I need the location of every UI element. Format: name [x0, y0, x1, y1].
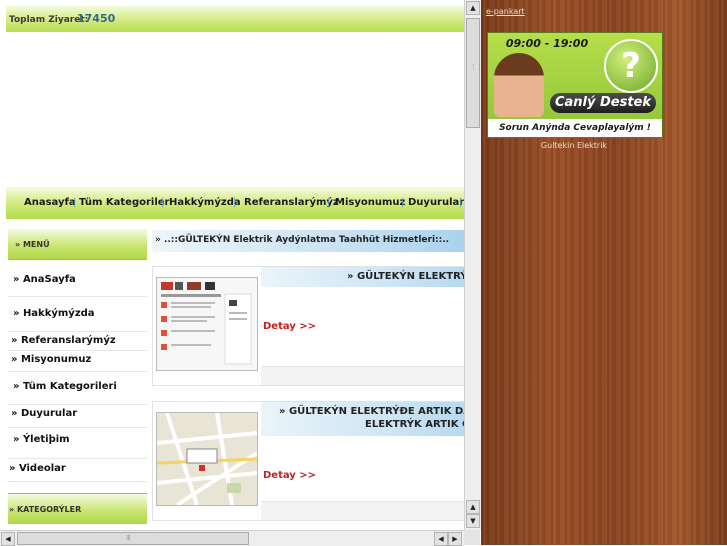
menu-item-about[interactable]: » Hakkýmýzda [8, 297, 147, 332]
question-mark-icon: ? [604, 39, 658, 93]
horizontal-scroll-thumb[interactable]: ⁞⁞⁞ [17, 532, 249, 545]
main-frame: Toplam Ziyaret: 17450 Anasayfa | Tüm Kat… [0, 0, 464, 530]
vertical-scrollbar[interactable]: ▲ ⋮⋮ ▲ ▼ [464, 0, 483, 530]
news-title-bar: » GÜLTEKÝN ELEKTRÝK [261, 267, 464, 287]
menu-header-label: » MENÜ [15, 240, 50, 249]
news-item: » GÜLTEKÝN ELEKTRÝÐE ARTIK DAH ELEKTRÝK … [152, 401, 464, 521]
news-title-line[interactable]: ELEKTRÝK ARTIK G [261, 417, 464, 430]
nav-separator: | [161, 197, 165, 208]
news-thumbnail[interactable] [156, 277, 258, 371]
map-image [157, 413, 257, 505]
sidebar-menu: » MENÜ » AnaSayfa » Hakkýmýzda » Referan… [8, 229, 147, 530]
menu-item-videos[interactable]: » Videolar [8, 459, 147, 482]
main-header: » ..::GÜLTEKÝN Elektrik Aydýnlatma Taahh… [152, 230, 464, 252]
scroll-down-button[interactable]: ▼ [466, 514, 480, 528]
menu-item-label: » Hakkýmýzda [13, 308, 95, 319]
news-detail-link[interactable]: Detay >> [263, 321, 316, 332]
epankart-link[interactable]: e-pankart [486, 7, 525, 16]
menu-item-contact[interactable]: » Ýletiþim [8, 428, 147, 459]
news-thumbnail[interactable] [156, 412, 258, 506]
categories-header-label: » KATEGORÝLER [9, 505, 82, 514]
news-title-line[interactable]: » GÜLTEKÝN ELEKTRÝK [261, 267, 464, 282]
top-nav: Anasayfa | Tüm Kategoriler | Hakkýmýzda … [6, 187, 464, 219]
nav-item-about[interactable]: Hakkýmýzda [169, 197, 241, 208]
menu-item-label: » Referanslarýmýz [11, 335, 116, 346]
scroll-up-button[interactable]: ▲ [466, 500, 480, 514]
menu-item-label: » Duyurular [11, 408, 78, 419]
news-item: » GÜLTEKÝN ELEKTRÝK Detay >> [152, 266, 464, 386]
news-title-line[interactable]: » GÜLTEKÝN ELEKTRÝÐE ARTIK DAH [261, 402, 464, 417]
scroll-right-button[interactable]: ▶ [448, 532, 462, 546]
nav-separator: | [233, 197, 237, 208]
visit-counter-bar: Toplam Ziyaret: 17450 [6, 6, 464, 32]
live-support-banner[interactable]: 09:00 - 19:00 ? Canlý Destek Sorun Anýnd… [487, 32, 663, 138]
news-footer [261, 366, 464, 385]
categories-header: » KATEGORÝLER [8, 493, 147, 524]
support-agent-image [494, 53, 544, 117]
nav-item-home[interactable]: Anasayfa [24, 197, 76, 208]
website-screenshot-image [157, 278, 257, 370]
nav-separator: | [327, 197, 331, 208]
nav-item-references[interactable]: Referanslarýmýz [244, 197, 339, 208]
scroll-up-button[interactable]: ▲ [466, 1, 480, 15]
nav-separator: | [459, 197, 463, 208]
horizontal-scrollbar[interactable]: ◀ ⁞⁞⁞ ◀ ▶ [0, 530, 464, 546]
menu-item-all-categories[interactable]: » Tüm Kategorileri [8, 372, 147, 405]
scroll-grip-icon: ⁞⁞⁞ [126, 534, 131, 542]
menu-item-label: » Misyonumuz [11, 354, 92, 365]
support-hours: 09:00 - 19:00 [505, 37, 589, 50]
nav-separator: | [73, 197, 77, 208]
main-header-title: » ..::GÜLTEKÝN Elektrik Aydýnlatma Taahh… [155, 235, 450, 245]
nav-separator: | [401, 197, 405, 208]
nav-item-mission[interactable]: Misyonumuz [335, 197, 405, 208]
menu-item-label: » Ýletiþim [13, 434, 70, 445]
menu-item-label: » Videolar [9, 463, 66, 474]
scrollbar-corner [464, 530, 480, 545]
menu-item-references[interactable]: » Referanslarýmýz [8, 332, 147, 351]
nav-item-all-categories[interactable]: Tüm Kategoriler [79, 197, 169, 208]
menu-item-home[interactable]: » AnaSayfa [8, 262, 147, 297]
live-support-title: Canlý Destek [550, 93, 656, 113]
menu-item-label: » Tüm Kategorileri [13, 381, 117, 392]
visit-counter-value: 17450 [77, 12, 116, 25]
news-detail-link[interactable]: Detay >> [263, 470, 316, 481]
nav-item-announcements[interactable]: Duyurular [408, 197, 464, 208]
scroll-left-button[interactable]: ◀ [434, 532, 448, 546]
menu-header: » MENÜ [8, 229, 147, 260]
menu-item-announcements[interactable]: » Duyurular [8, 405, 147, 428]
news-footer [261, 501, 464, 520]
side-panel: e-pankart 09:00 - 19:00 ? Canlý Destek S… [481, 0, 727, 545]
menu-item-label: » AnaSayfa [13, 274, 76, 285]
vertical-scroll-thumb[interactable]: ⋮⋮ [466, 18, 483, 128]
company-name: Gultekin Elektrik [540, 141, 608, 150]
live-support-subtitle: Sorun Anýnda Cevaplayalým ! [488, 119, 662, 137]
scroll-left-button[interactable]: ◀ [1, 532, 15, 546]
menu-item-mission[interactable]: » Misyonumuz [8, 351, 147, 372]
news-title-bar: » GÜLTEKÝN ELEKTRÝÐE ARTIK DAH ELEKTRÝK … [261, 402, 464, 436]
